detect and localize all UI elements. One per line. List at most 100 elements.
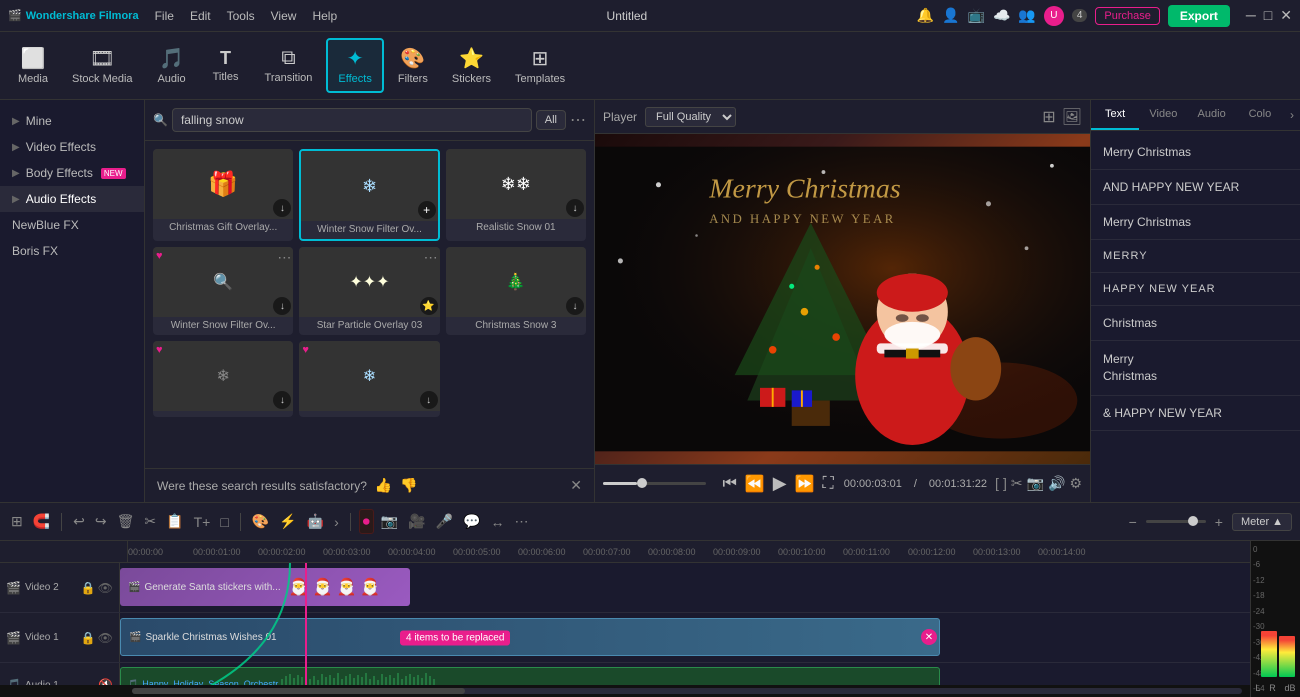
- markers-button[interactable]: ⋯: [512, 510, 532, 533]
- nav-audio[interactable]: 🎵 Audio: [147, 40, 197, 91]
- cut-button[interactable]: ✂: [141, 510, 159, 533]
- tab-video[interactable]: Video: [1139, 100, 1187, 130]
- go-start-button[interactable]: ⏮: [720, 473, 738, 495]
- fullscreen-button[interactable]: ⛶: [821, 473, 836, 495]
- tab-color[interactable]: Colo: [1236, 100, 1284, 130]
- menu-file[interactable]: File: [155, 9, 174, 23]
- clip-icon[interactable]: ✂: [1011, 475, 1023, 492]
- track-body-video1[interactable]: 🎬 Sparkle Christmas Wishes 01 ✕ 4 items …: [120, 613, 1250, 662]
- redo-button[interactable]: ↪: [92, 510, 110, 533]
- tab-text[interactable]: Text: [1091, 100, 1139, 130]
- camera-snap-button[interactable]: 📷: [378, 510, 401, 533]
- effect-card-5[interactable]: ✦✦✦ ⭐ ⋯ Star Particle Overlay 03: [299, 247, 439, 335]
- nav-titles[interactable]: T Titles: [201, 42, 251, 89]
- clip-video1-main[interactable]: 🎬 Sparkle Christmas Wishes 01 ✕: [120, 618, 940, 656]
- account-icon[interactable]: 👤: [942, 7, 959, 24]
- track-eye-icon[interactable]: 👁: [98, 581, 113, 595]
- remove-clip-button[interactable]: ✕: [921, 629, 937, 645]
- notification-icon[interactable]: 🔔: [917, 7, 934, 24]
- search-input[interactable]: [172, 108, 532, 132]
- snap-button[interactable]: ⊞: [8, 510, 26, 533]
- more-options-icon[interactable]: ⋯: [570, 110, 586, 130]
- effect-card-1[interactable]: 🎁 ↓ Christmas Gift Overlay...: [153, 149, 293, 241]
- clip-audio1-main[interactable]: 🎵 Happy_Holiday_Season_Orchestr...: [120, 667, 940, 685]
- record-button[interactable]: ⏺: [359, 509, 374, 534]
- text-item-3[interactable]: Merry Christmas: [1091, 205, 1300, 240]
- nav-filters[interactable]: 🎨 Filters: [388, 40, 438, 91]
- delete-button[interactable]: 🗑: [114, 510, 138, 533]
- text-item-4[interactable]: MERRY: [1091, 240, 1300, 273]
- undo-button[interactable]: ↩: [70, 510, 88, 533]
- step-forward-button[interactable]: ⏩: [793, 472, 817, 496]
- track-body-audio1[interactable]: 🎵 Happy_Holiday_Season_Orchestr...: [120, 663, 1250, 685]
- menu-view[interactable]: View: [271, 9, 297, 23]
- nav-templates[interactable]: ⊞ Templates: [505, 40, 575, 91]
- copy-button[interactable]: 📋: [163, 510, 186, 533]
- progress-bar[interactable]: [603, 482, 706, 485]
- color-button[interactable]: 🎨: [249, 510, 272, 533]
- more-icon-5[interactable]: ⋯: [424, 249, 438, 266]
- effect-card-2[interactable]: ❄ + Winter Snow Filter Ov...: [299, 149, 439, 241]
- meter-button[interactable]: Meter ▲: [1232, 513, 1292, 531]
- sidebar-item-mine[interactable]: ▶ Mine: [0, 108, 144, 134]
- nav-stickers[interactable]: ⭐ Stickers: [442, 40, 501, 91]
- effect-card-6[interactable]: 🎄 ↓ Christmas Snow 3: [446, 247, 586, 335]
- more-icon-4[interactable]: ⋯: [277, 249, 291, 266]
- settings-icon[interactable]: ⚙: [1069, 475, 1082, 492]
- video-record-button[interactable]: 🎥: [405, 510, 428, 533]
- text-item-1[interactable]: Merry Christmas: [1091, 135, 1300, 170]
- track-eye-icon-v1[interactable]: 👁: [98, 631, 113, 645]
- text-item-5[interactable]: HAPPY NEW YEAR: [1091, 273, 1300, 306]
- text-item-6[interactable]: Christmas: [1091, 306, 1300, 341]
- menu-tools[interactable]: Tools: [227, 9, 255, 23]
- zoom-in-button[interactable]: +: [1212, 511, 1226, 533]
- nav-transition[interactable]: ⧉ Transition: [255, 41, 323, 90]
- track-lock-icon[interactable]: 🔒: [81, 581, 96, 595]
- export-button[interactable]: Export: [1168, 5, 1230, 27]
- effect-card-4[interactable]: 🔍 ↓ ♥ ⋯ Winter Snow Filter Ov...: [153, 247, 293, 335]
- close-button[interactable]: ✕: [1280, 7, 1292, 24]
- sidebar-item-body-effects[interactable]: ▶ Body Effects NEW: [0, 160, 144, 186]
- zoom-slider[interactable]: [1146, 520, 1206, 523]
- text-item-7[interactable]: MerryChristmas: [1091, 341, 1300, 396]
- nav-media[interactable]: ⬜ Media: [8, 40, 58, 91]
- camera-icon[interactable]: 📷: [1027, 475, 1044, 492]
- purchase-button[interactable]: Purchase: [1095, 7, 1159, 25]
- track-body-video2[interactable]: 🎬 Generate Santa stickers with... 🎅 🎅 🎅 …: [120, 563, 1250, 612]
- maximize-button[interactable]: □: [1264, 7, 1272, 24]
- sidebar-item-boris[interactable]: Boris FX: [0, 238, 144, 264]
- screen-icon[interactable]: 📺: [968, 7, 985, 24]
- filter-all-button[interactable]: All: [536, 110, 566, 130]
- thumbs-up-button[interactable]: 👍: [375, 477, 392, 494]
- text-add-button[interactable]: T+: [191, 511, 214, 533]
- effect-card-7[interactable]: ❄ ↓ ♥: [153, 341, 293, 417]
- track-lock-icon-v1[interactable]: 🔒: [81, 631, 96, 645]
- quality-select[interactable]: Full Quality Half Quality: [645, 107, 736, 127]
- sidebar-item-audio-effects[interactable]: ▶ Audio Effects: [0, 186, 144, 212]
- photo-icon[interactable]: 🖼: [1062, 107, 1082, 127]
- magnet-button[interactable]: 🧲: [30, 510, 53, 533]
- speed-button[interactable]: ⚡: [276, 510, 299, 533]
- more-tl-button[interactable]: ›: [331, 511, 342, 533]
- user-avatar[interactable]: U: [1044, 6, 1064, 26]
- timeline-scrollbar[interactable]: [132, 688, 1242, 694]
- zoom-out-button[interactable]: −: [1126, 511, 1140, 533]
- effect-card-8[interactable]: ❄ ↓ ♥: [299, 341, 439, 417]
- grid-view-icon[interactable]: ⊞: [1042, 107, 1055, 127]
- step-back-button[interactable]: ⏪: [743, 472, 767, 496]
- thumbs-down-button[interactable]: 👎: [400, 477, 417, 494]
- clip-video2-main[interactable]: 🎬 Generate Santa stickers with... 🎅 🎅 🎅 …: [120, 568, 410, 606]
- sidebar-item-video-effects[interactable]: ▶ Video Effects: [0, 134, 144, 160]
- ai-button[interactable]: 🤖: [304, 510, 327, 533]
- mic-button[interactable]: 🎤: [433, 510, 456, 533]
- track-mute-icon[interactable]: 🔇: [98, 678, 113, 685]
- cloud-icon[interactable]: ☁️: [993, 7, 1010, 24]
- transition-add-button[interactable]: ↔: [488, 511, 508, 533]
- text-item-2[interactable]: AND HAPPY NEW YEAR: [1091, 170, 1300, 205]
- tab-audio[interactable]: Audio: [1188, 100, 1236, 130]
- play-button[interactable]: ▶: [771, 471, 789, 496]
- collab-icon[interactable]: 👥: [1018, 7, 1035, 24]
- menu-help[interactable]: Help: [312, 9, 337, 23]
- feedback-close-button[interactable]: ✕: [570, 477, 582, 494]
- mark-in-icon[interactable]: [: [995, 475, 999, 492]
